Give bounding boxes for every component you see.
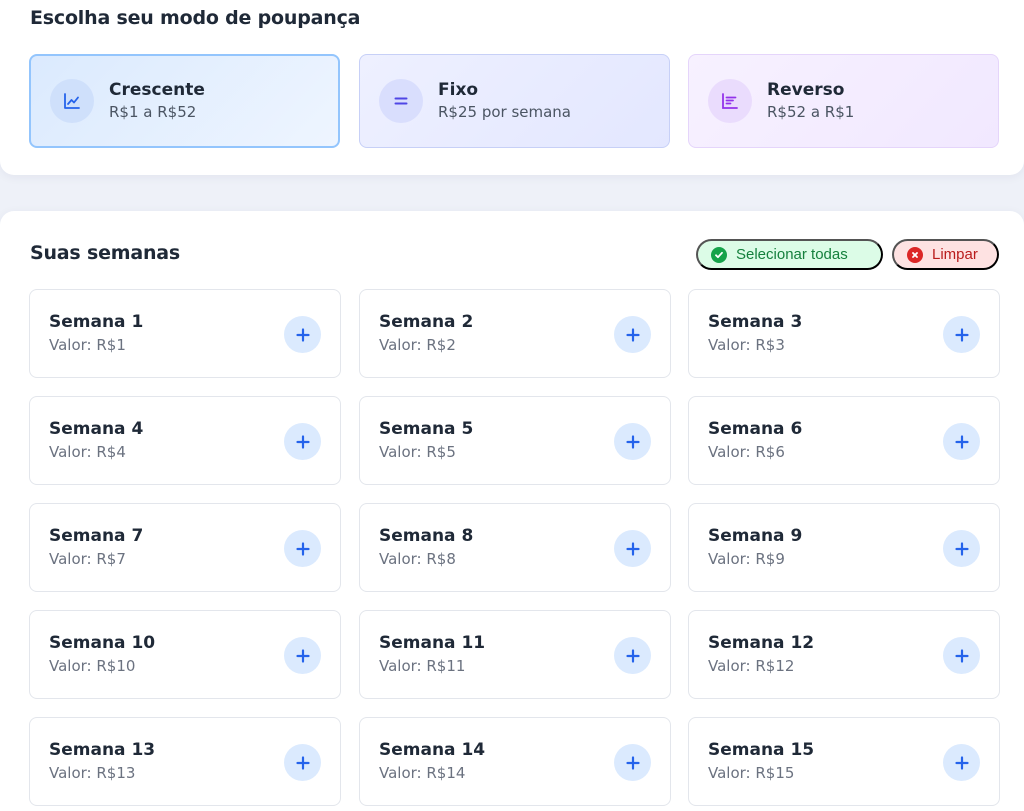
add-week-button[interactable] (943, 316, 980, 353)
x-circle-icon (907, 246, 923, 263)
week-card: Semana 9 Valor: R$9 (688, 503, 1000, 592)
plus-icon (295, 648, 311, 664)
plus-icon (295, 541, 311, 557)
week-card: Semana 15 Valor: R$15 (688, 717, 1000, 806)
week-card: Semana 2 Valor: R$2 (359, 289, 671, 378)
clear-label: Limpar (932, 246, 978, 263)
week-card: Semana 13 Valor: R$13 (29, 717, 341, 806)
add-week-button[interactable] (943, 744, 980, 781)
plus-icon (625, 541, 641, 557)
mode-card-fixo[interactable]: Fixo R$25 por semana (359, 54, 670, 148)
week-card: Semana 4 Valor: R$4 (29, 396, 341, 485)
add-week-button[interactable] (614, 637, 651, 674)
chart-line-icon (50, 79, 94, 123)
select-all-label: Selecionar todas (736, 246, 848, 263)
plus-icon (295, 327, 311, 343)
add-week-button[interactable] (943, 637, 980, 674)
equals-icon (379, 79, 423, 123)
plus-icon (625, 434, 641, 450)
week-card: Semana 1 Valor: R$1 (29, 289, 341, 378)
mode-name: Reverso (767, 80, 845, 100)
add-week-button[interactable] (614, 423, 651, 460)
plus-icon (295, 434, 311, 450)
bars-descending-icon (708, 79, 752, 123)
savings-mode-panel: Escolha seu modo de poupança Crescente R… (0, 0, 1024, 175)
weeks-title: Suas semanas (30, 242, 181, 264)
plus-icon (954, 434, 970, 450)
add-week-button[interactable] (943, 530, 980, 567)
savings-mode-title: Escolha seu modo de poupança (30, 7, 361, 29)
plus-icon (295, 755, 311, 771)
add-week-button[interactable] (614, 316, 651, 353)
plus-icon (625, 648, 641, 664)
add-week-button[interactable] (284, 744, 321, 781)
mode-card-text: Crescente R$1 a R$52 (109, 79, 205, 123)
plus-icon (954, 541, 970, 557)
week-card: Semana 8 Valor: R$8 (359, 503, 671, 592)
select-all-button[interactable]: Selecionar todas (696, 239, 883, 270)
plus-icon (954, 755, 970, 771)
add-week-button[interactable] (614, 530, 651, 567)
weeks-panel: Suas semanas Selecionar todas Limpar Sem… (0, 211, 1024, 811)
week-card: Semana 6 Valor: R$6 (688, 396, 1000, 485)
week-card: Semana 12 Valor: R$12 (688, 610, 1000, 699)
plus-icon (625, 755, 641, 771)
mode-name: Fixo (438, 80, 479, 100)
mode-range: R$25 por semana (438, 103, 572, 121)
week-card: Semana 14 Valor: R$14 (359, 717, 671, 806)
week-card: Semana 11 Valor: R$11 (359, 610, 671, 699)
mode-card-reverso[interactable]: Reverso R$52 a R$1 (688, 54, 999, 148)
week-card: Semana 10 Valor: R$10 (29, 610, 341, 699)
clear-button[interactable]: Limpar (892, 239, 999, 270)
plus-icon (625, 327, 641, 343)
week-card: Semana 3 Valor: R$3 (688, 289, 1000, 378)
add-week-button[interactable] (284, 316, 321, 353)
add-week-button[interactable] (943, 423, 980, 460)
mode-name: Crescente (109, 80, 205, 100)
add-week-button[interactable] (284, 637, 321, 674)
add-week-button[interactable] (284, 423, 321, 460)
mode-card-text: Reverso R$52 a R$1 (767, 79, 854, 123)
mode-range: R$52 a R$1 (767, 103, 855, 121)
add-week-button[interactable] (614, 744, 651, 781)
mode-range: R$1 a R$52 (109, 103, 197, 121)
mode-card-crescente[interactable]: Crescente R$1 a R$52 (29, 54, 340, 148)
check-circle-icon (711, 246, 727, 263)
plus-icon (954, 327, 970, 343)
week-card: Semana 5 Valor: R$5 (359, 396, 671, 485)
mode-card-text: Fixo R$25 por semana (438, 79, 571, 123)
week-card: Semana 7 Valor: R$7 (29, 503, 341, 592)
add-week-button[interactable] (284, 530, 321, 567)
plus-icon (954, 648, 970, 664)
